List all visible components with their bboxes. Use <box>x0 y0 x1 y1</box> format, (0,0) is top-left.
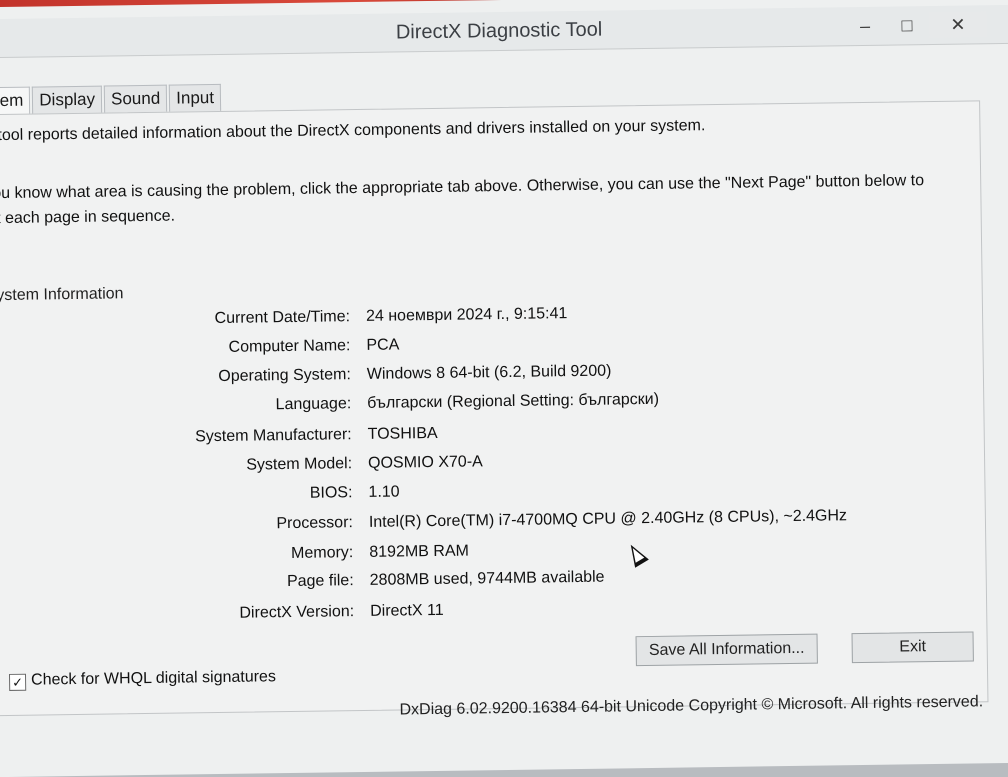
info-label: Processor: <box>276 514 354 533</box>
info-value: TOSHIBA <box>367 424 438 443</box>
info-label: System Model: <box>246 455 353 474</box>
whql-checkbox-label: Check for WHQL digital signatures <box>30 668 277 689</box>
whql-checkbox[interactable]: ✓ <box>8 673 27 691</box>
info-label: Page file: <box>286 572 354 591</box>
exit-button[interactable]: Exit <box>851 631 974 664</box>
tab-input[interactable]: Input <box>169 83 222 112</box>
title-bar: DirectX Diagnostic Tool – □ ✕ <box>0 4 1008 59</box>
save-all-information-button[interactable]: Save All Information... <box>635 633 818 667</box>
maximize-button[interactable]: □ <box>887 12 927 39</box>
intro-text-1: is tool reports detailed information abo… <box>0 117 706 145</box>
info-label: Language: <box>275 395 352 414</box>
intro-text-2: you know what area is causing the proble… <box>0 172 925 228</box>
info-value: Windows 8 64-bit (6.2, Build 9200) <box>366 362 612 383</box>
minimize-button[interactable]: – <box>845 13 885 40</box>
whql-checkbox-row[interactable]: ✓ Check for WHQL digital signatures <box>8 668 277 691</box>
info-value: QOSMIO X70-A <box>367 453 483 472</box>
info-label: Computer Name: <box>228 337 351 356</box>
info-label: Memory: <box>290 544 354 562</box>
info-value: 1.10 <box>368 483 400 501</box>
info-label: DirectX Version: <box>239 603 355 622</box>
info-value: Intel(R) Core(TM) i7-4700MQ CPU @ 2.40GH… <box>368 507 848 531</box>
info-label: BIOS: <box>309 484 353 502</box>
info-value: 8192MB RAM <box>369 542 470 561</box>
info-value: DirectX 11 <box>370 601 444 620</box>
copyright-footer: DxDiag 6.02.9200.16384 64-bit Unicode Co… <box>399 693 984 719</box>
tab-sound[interactable]: Sound <box>103 84 168 113</box>
tab-display[interactable]: Display <box>32 85 103 114</box>
tab-system[interactable]: tem <box>0 86 31 117</box>
dxdiag-window: DirectX Diagnostic Tool – □ ✕ tem Displa… <box>0 0 1008 777</box>
system-tab-panel: is tool reports detailed information abo… <box>0 100 989 719</box>
info-label: Operating System: <box>218 366 351 385</box>
info-value: 2808MB used, 9744MB available <box>369 568 605 589</box>
info-label: System Manufacturer: <box>195 426 352 446</box>
info-value: PCA <box>366 336 400 354</box>
info-label: Current Date/Time: <box>214 308 351 328</box>
info-value: български (Regional Setting: български) <box>367 390 660 412</box>
system-information-heading: System Information <box>0 285 124 305</box>
info-row-directx-version: DirectX Version: DirectX 11 <box>146 595 946 632</box>
close-button[interactable]: ✕ <box>928 11 988 39</box>
info-value: 24 ноември 2024 г., 9:15:41 <box>365 305 568 325</box>
